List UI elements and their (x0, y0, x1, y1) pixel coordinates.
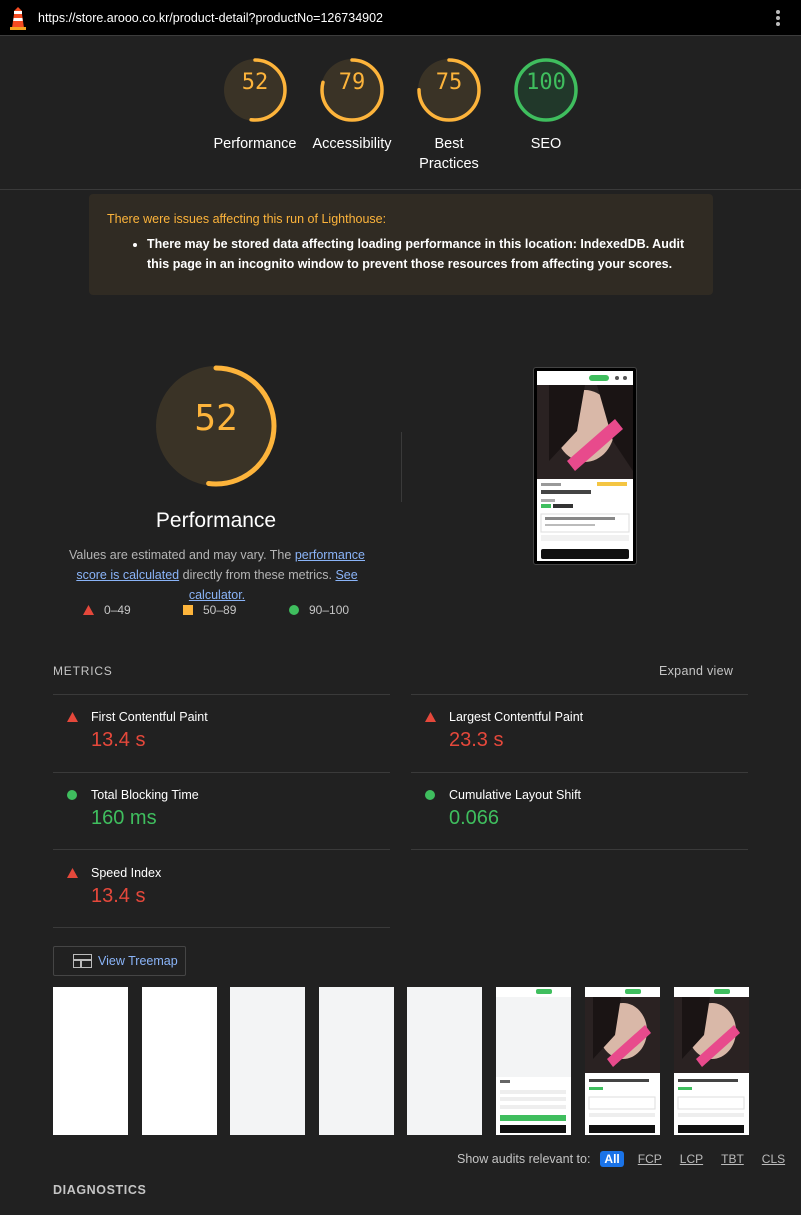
divider (53, 927, 390, 928)
filter-chip-fcp[interactable]: FCP (634, 1151, 666, 1167)
page-url: https://store.arooo.co.kr/product-detail… (38, 11, 384, 25)
gauge-seo[interactable]: 100 SEO (496, 56, 596, 154)
divider (53, 849, 390, 850)
gauge-score: 100 (526, 70, 566, 95)
legend-fail: 0–49 (83, 603, 131, 617)
desc-text: directly from these metrics. (179, 568, 336, 582)
audit-filter: Show audits relevant to: All FCP LCP TBT… (457, 1151, 789, 1167)
treemap-label: View Treemap (98, 954, 178, 968)
warning-list: There may be stored data affecting loadi… (147, 234, 695, 274)
legend-range: 90–100 (309, 603, 350, 617)
divider (411, 772, 748, 773)
top-bar: https://store.arooo.co.kr/product-detail… (0, 0, 801, 36)
metric-value: 13.4 s (91, 729, 146, 751)
desc-text: Values are estimated and may vary. The (69, 548, 295, 562)
warning-heading: There were issues affecting this run of … (107, 212, 387, 226)
circle-icon (67, 790, 77, 800)
filmstrip-frame (496, 987, 571, 1135)
metric-value: 13.4 s (91, 885, 146, 907)
gauge-label: SEO (530, 136, 562, 152)
triangle-icon (83, 605, 94, 615)
treemap-icon (73, 954, 92, 968)
score-gauges: 52 Performance 79 Accessibility 75 Best P… (0, 56, 801, 176)
expand-view-toggle[interactable]: Expand view (659, 664, 733, 678)
filter-chip-cls[interactable]: CLS (758, 1151, 789, 1167)
divider (53, 772, 390, 773)
lighthouse-logo-icon (10, 7, 26, 30)
triangle-icon (425, 712, 436, 722)
legend-range: 0–49 (104, 603, 131, 617)
circle-icon (425, 790, 435, 800)
divider (0, 189, 801, 190)
metrics-heading: METRICS (53, 664, 113, 678)
filmstrip-frame (407, 987, 482, 1135)
filmstrip-frame (53, 987, 128, 1135)
square-icon (183, 605, 193, 615)
performance-score: 52 (194, 398, 238, 439)
gauge-label: Performance (213, 136, 297, 152)
performance-big-gauge: 52 (150, 360, 282, 492)
filmstrip-frame (585, 987, 660, 1135)
performance-title: Performance (155, 509, 277, 532)
gauge-score: 75 (435, 70, 463, 95)
metric-value: 160 ms (91, 807, 157, 829)
filmstrip-frame (230, 987, 305, 1135)
gauge-score: 52 (241, 70, 269, 95)
filter-chip-lcp[interactable]: LCP (676, 1151, 707, 1167)
gauge-label: Best Practices (399, 134, 499, 174)
circle-icon (289, 605, 299, 615)
metric-value: 0.066 (449, 807, 500, 829)
metric-name: Total Blocking Time (91, 788, 199, 802)
gauge-score: 79 (338, 70, 366, 95)
gauge-accessibility[interactable]: 79 Accessibility (302, 56, 402, 154)
legend-range: 50–89 (203, 603, 237, 617)
legend-average: 50–89 (183, 603, 236, 617)
metric-name: Speed Index (91, 866, 162, 880)
divider (411, 849, 748, 850)
warning-box: There were issues affecting this run of … (89, 194, 713, 295)
gauge-performance[interactable]: 52 Performance (205, 56, 305, 154)
legend-pass: 90–100 (289, 603, 349, 617)
vertical-divider (401, 432, 402, 502)
triangle-icon (67, 712, 78, 722)
metric-name: Cumulative Layout Shift (449, 788, 582, 802)
gauge-label-line2: Practices (419, 156, 479, 172)
triangle-icon (67, 868, 78, 878)
view-treemap-button[interactable]: View Treemap (53, 946, 186, 976)
diagnostics-heading: DIAGNOSTICS (53, 1183, 147, 1197)
metric-name: First Contentful Paint (91, 710, 208, 724)
warning-item: There may be stored data affecting loadi… (147, 234, 695, 274)
metric-name: Largest Contentful Paint (449, 710, 584, 724)
menu-kebab-icon[interactable] (772, 10, 784, 28)
filter-chip-tbt[interactable]: TBT (717, 1151, 748, 1167)
gauge-best-practices[interactable]: 75 Best Practices (399, 56, 499, 174)
final-screenshot-image (537, 371, 633, 561)
divider (53, 694, 390, 695)
final-screenshot[interactable] (533, 367, 637, 565)
filmstrip-frame (674, 987, 749, 1135)
filter-label: Show audits relevant to: (457, 1152, 591, 1166)
filmstrip-frame (142, 987, 217, 1135)
performance-description: Values are estimated and may vary. The p… (52, 545, 382, 605)
filter-chip-all[interactable]: All (600, 1151, 624, 1167)
metric-value: 23.3 s (449, 729, 504, 751)
divider (411, 694, 748, 695)
gauge-label-line1: Best (434, 136, 464, 152)
filmstrip-frame (319, 987, 394, 1135)
gauge-label: Accessibility (312, 136, 392, 152)
